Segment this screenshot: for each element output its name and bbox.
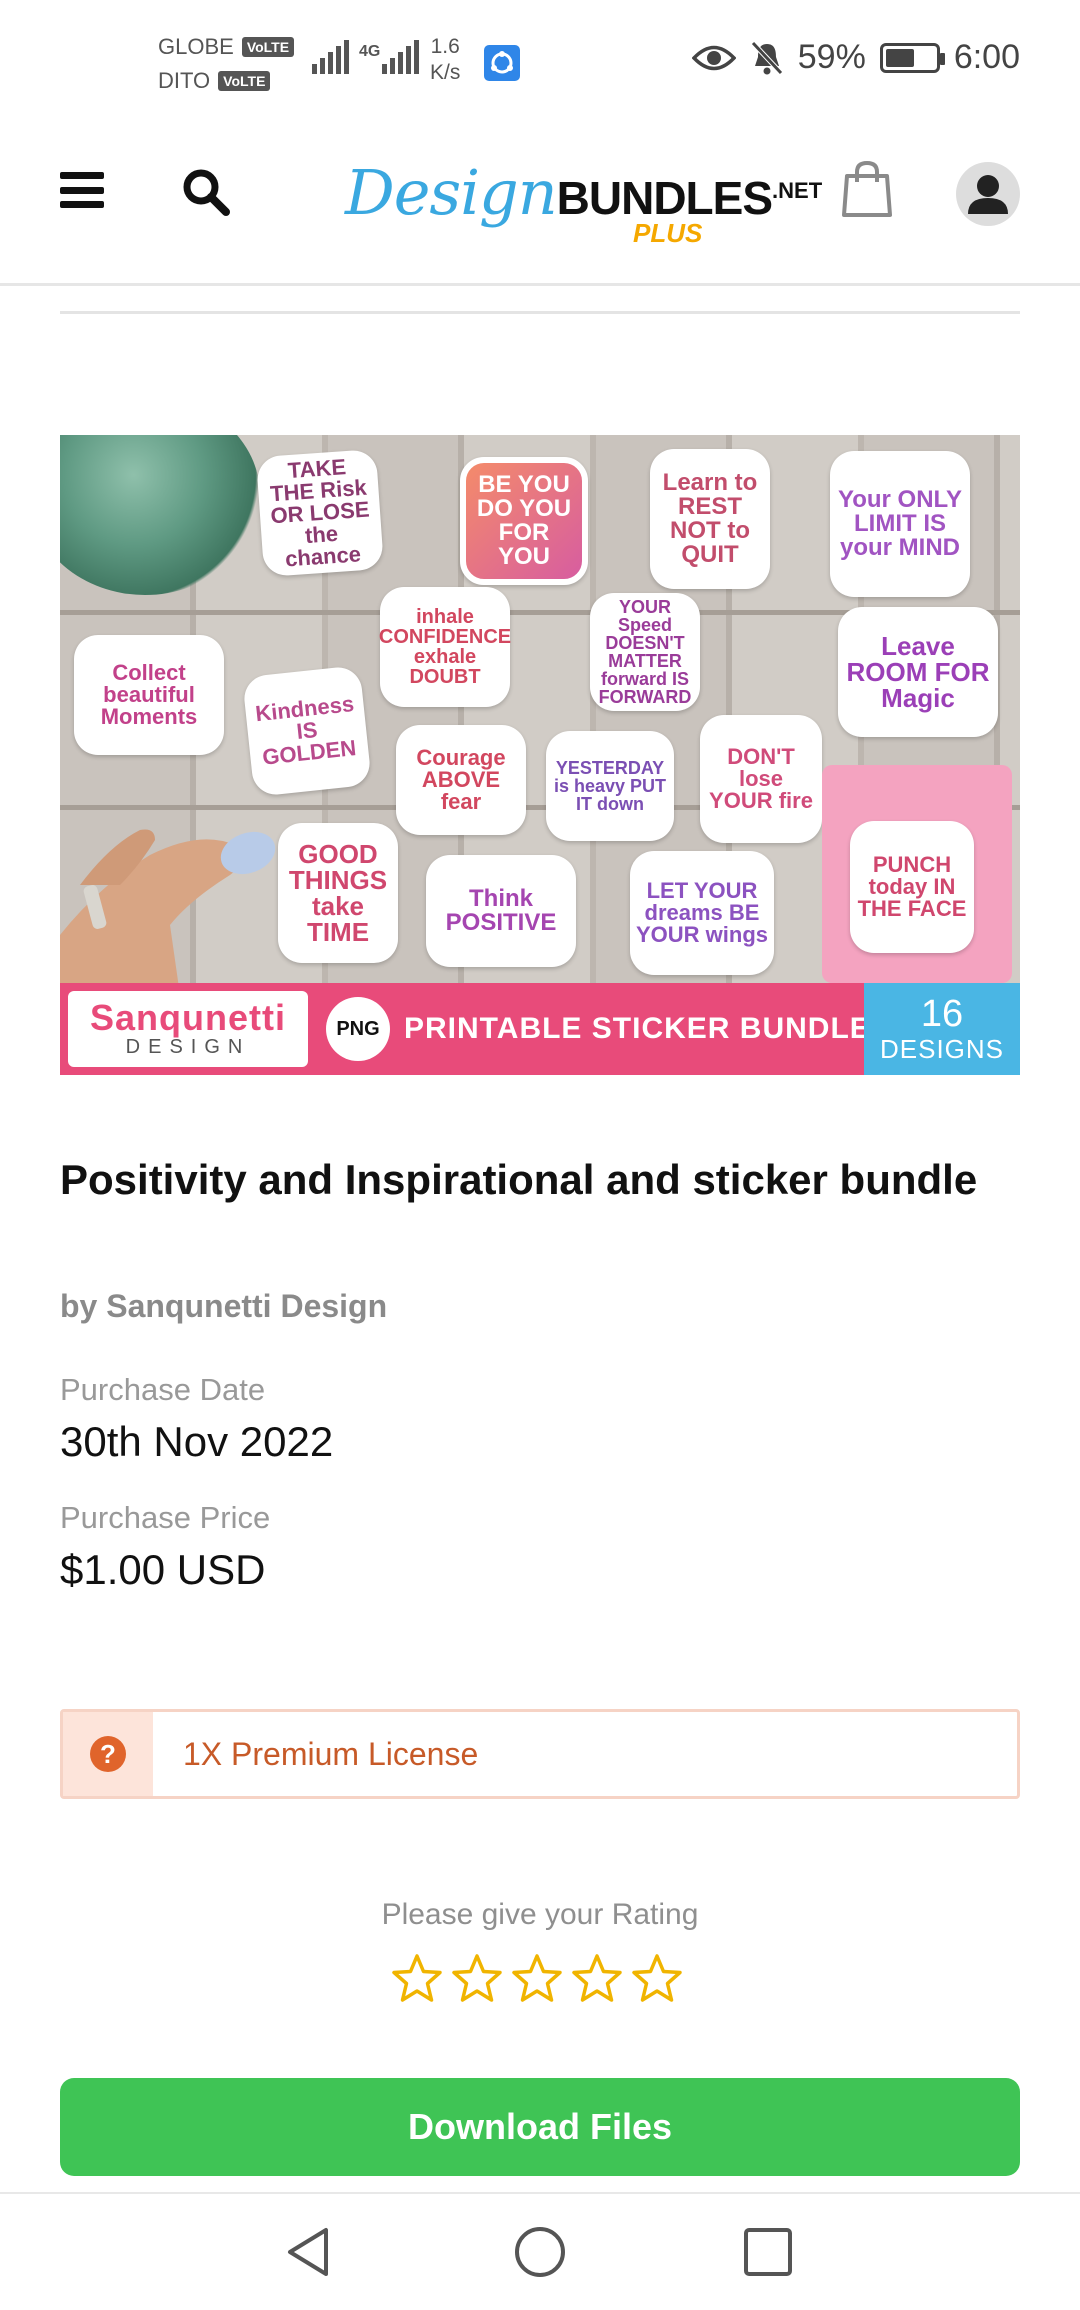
star-rating[interactable] — [390, 1952, 684, 2006]
status-bar: GLOBE VoLTE DITO VoLTE 4G 1.6 K/s 59% 6:00 — [0, 0, 1080, 120]
star-icon[interactable] — [510, 1952, 564, 2006]
star-icon[interactable] — [390, 1952, 444, 2006]
volte-badge: VoLTE — [218, 71, 271, 91]
banner-title: PRINTABLE STICKER BUNDLE — [404, 1012, 871, 1045]
clock: 6:00 — [953, 38, 1020, 76]
logo-bundles: BUNDLES — [556, 172, 773, 224]
sticker: PUNCH today IN THE FACE — [850, 821, 974, 953]
logo-plus: PLUS — [633, 218, 703, 248]
system-nav-bar — [0, 2192, 1080, 2310]
license-box[interactable]: ? 1X Premium License — [60, 1709, 1020, 1799]
format-badge: PNG — [326, 997, 390, 1061]
brand-line-1: Sanqunetti — [90, 997, 286, 1038]
sticker: DON'T lose YOUR fire — [700, 715, 822, 843]
sticker: YESTERDAY is heavy PUT IT down — [546, 731, 674, 841]
rating-prompt: Please give your Rating — [381, 1898, 699, 1931]
recent-apps-icon[interactable] — [742, 2226, 794, 2278]
star-icon[interactable] — [570, 1952, 624, 2006]
sticker: Think POSITIVE — [426, 855, 576, 967]
download-files-button[interactable]: Download Files — [60, 2078, 1020, 2176]
home-icon[interactable] — [512, 2224, 568, 2280]
carrier-2: DITO — [158, 68, 211, 93]
brand-badge: Sanqunetti DESIGN — [68, 991, 308, 1067]
product-banner: Sanqunetti DESIGN PNG PRINTABLE STICKER … — [60, 983, 1020, 1075]
shopping-bag-icon — [842, 160, 892, 217]
product-image[interactable]: TAKE THE Risk OR LOSE the chance BE YOU … — [60, 435, 1020, 1075]
sticker: Courage ABOVE fear — [396, 725, 526, 835]
user-icon — [968, 175, 1008, 214]
sticker: Leave ROOM FOR Magic — [838, 607, 998, 737]
sticker: Learn to REST NOT to QUIT — [650, 449, 770, 589]
carrier-1: GLOBE — [158, 34, 234, 59]
back-icon[interactable] — [282, 2224, 338, 2280]
site-header: DesignBUNDLES.NET PLUS — [0, 120, 1080, 286]
network-speed: 1.6 K/s — [430, 35, 461, 84]
star-icon[interactable] — [450, 1952, 504, 2006]
product-author[interactable]: by Sanqunetti Design — [60, 1288, 387, 1325]
cart-button[interactable] — [842, 160, 892, 218]
network-type: 4G — [359, 43, 381, 60]
logo-design: Design — [345, 156, 558, 229]
purchase-date-label: Purchase Date — [60, 1372, 266, 1407]
design-count-label: DESIGNS — [879, 1034, 1005, 1064]
purchase-price-label: Purchase Price — [60, 1500, 271, 1535]
bell-mute-icon — [750, 40, 783, 75]
sticker: inhale CONFIDENCE exhale DOUBT — [379, 587, 511, 707]
menu-icon[interactable] — [60, 172, 104, 208]
signal-bars-icon — [312, 38, 349, 74]
sticker: Your ONLY LIMIT IS your MIND — [830, 451, 970, 597]
purchase-price-value: $1.00 USD — [60, 1546, 266, 1593]
design-count: 16 DESIGNS — [864, 983, 1020, 1075]
status-right: 59% 6:00 — [691, 38, 1020, 77]
hand-graphic — [60, 829, 276, 995]
sticker: BE YOU DO YOU FOR YOU — [460, 457, 588, 585]
sticker: YOUR Speed DOESN'T MATTER forward IS FOR… — [590, 593, 700, 711]
carrier-info: GLOBE VoLTE DITO VoLTE — [158, 30, 295, 98]
star-icon[interactable] — [630, 1952, 684, 2006]
product-title: Positivity and Inspirational and sticker… — [60, 1156, 978, 1203]
purchase-date-value: 30th Nov 2022 — [60, 1418, 334, 1465]
logo-net: .NET — [772, 178, 823, 203]
app-notification-icon — [484, 45, 520, 81]
eye-icon — [691, 45, 736, 70]
search-icon — [183, 169, 230, 216]
battery-percent: 59% — [797, 38, 866, 76]
divider — [60, 311, 1020, 314]
question-circle-icon[interactable]: ? — [90, 1736, 126, 1772]
signal-icons: 4G — [312, 38, 420, 74]
search-button[interactable] — [180, 166, 232, 218]
sticker: TAKE THE Risk OR LOSE the chance — [255, 448, 385, 578]
license-label: 1X Premium License — [183, 1735, 479, 1772]
battery-icon — [879, 42, 945, 73]
brand-line-2: DESIGN — [125, 1036, 251, 1058]
volte-badge: VoLTE — [241, 37, 295, 57]
site-logo[interactable]: DesignBUNDLES.NET PLUS — [345, 156, 823, 248]
user-avatar[interactable] — [956, 162, 1020, 226]
design-count-number: 16 — [920, 993, 964, 1035]
signal-bars-icon — [382, 38, 420, 74]
sticker: LET YOUR dreams BE YOUR wings — [630, 851, 774, 975]
